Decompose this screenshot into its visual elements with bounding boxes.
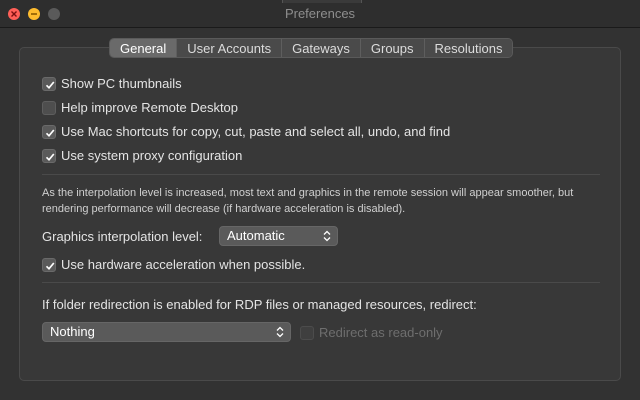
tab-bar: General User Accounts Gateways Groups Re… xyxy=(109,38,514,58)
window-title: Preferences xyxy=(284,6,356,21)
updown-chevron-icon xyxy=(276,326,284,338)
readonly-row[interactable]: Redirect as read-only xyxy=(300,325,443,340)
checkmark-icon xyxy=(45,80,55,89)
hw-accel-row[interactable]: Use hardware acceleration when possible. xyxy=(42,257,305,272)
divider xyxy=(42,282,600,283)
redirect-value: Nothing xyxy=(50,324,95,339)
tab-user-accounts[interactable]: User Accounts xyxy=(177,39,283,57)
system-proxy-checkbox[interactable] xyxy=(42,148,56,163)
interpolation-popup[interactable]: Automatic xyxy=(219,226,338,246)
hw-accel-checkbox[interactable] xyxy=(42,257,56,272)
updown-chevron-icon xyxy=(323,230,331,242)
mac-shortcuts-label: Use Mac shortcuts for copy, cut, paste a… xyxy=(61,124,451,139)
help-improve-row[interactable]: Help improve Remote Desktop xyxy=(42,100,238,115)
tab-general[interactable]: General xyxy=(110,39,178,57)
show-thumbnails-label: Show PC thumbnails xyxy=(61,76,182,91)
checkmark-icon xyxy=(45,128,55,137)
interpolation-label: Graphics interpolation level: xyxy=(42,229,203,244)
readonly-checkbox[interactable] xyxy=(300,325,314,340)
show-thumbnails-checkbox[interactable] xyxy=(42,76,56,91)
background-window-sliver xyxy=(282,0,362,3)
help-improve-label: Help improve Remote Desktop xyxy=(61,100,239,115)
tab-gateways[interactable]: Gateways xyxy=(282,39,361,57)
redirect-label: If folder redirection is enabled for RDP… xyxy=(42,297,477,312)
interpolation-note: As the interpolation level is increased,… xyxy=(42,187,574,215)
checkmark-icon xyxy=(45,152,55,161)
checkmark-icon xyxy=(45,261,55,270)
readonly-label: Redirect as read-only xyxy=(319,325,443,340)
interpolation-value: Automatic xyxy=(227,228,285,243)
show-thumbnails-row[interactable]: Show PC thumbnails xyxy=(42,76,182,91)
system-proxy-row[interactable]: Use system proxy configuration xyxy=(42,148,242,163)
tab-groups[interactable]: Groups xyxy=(360,39,425,57)
tab-resolutions[interactable]: Resolutions xyxy=(424,39,513,57)
hw-accel-label: Use hardware acceleration when possible. xyxy=(61,257,306,272)
divider xyxy=(42,174,600,175)
redirect-popup[interactable]: Nothing xyxy=(42,322,291,342)
help-improve-checkbox[interactable] xyxy=(42,100,56,115)
title-bar[interactable]: Preferences xyxy=(0,0,640,28)
preferences-window: Preferences General User Accounts Gatewa… xyxy=(0,0,640,400)
system-proxy-label: Use system proxy configuration xyxy=(61,148,243,163)
mac-shortcuts-row[interactable]: Use Mac shortcuts for copy, cut, paste a… xyxy=(42,124,450,139)
mac-shortcuts-checkbox[interactable] xyxy=(42,124,56,139)
